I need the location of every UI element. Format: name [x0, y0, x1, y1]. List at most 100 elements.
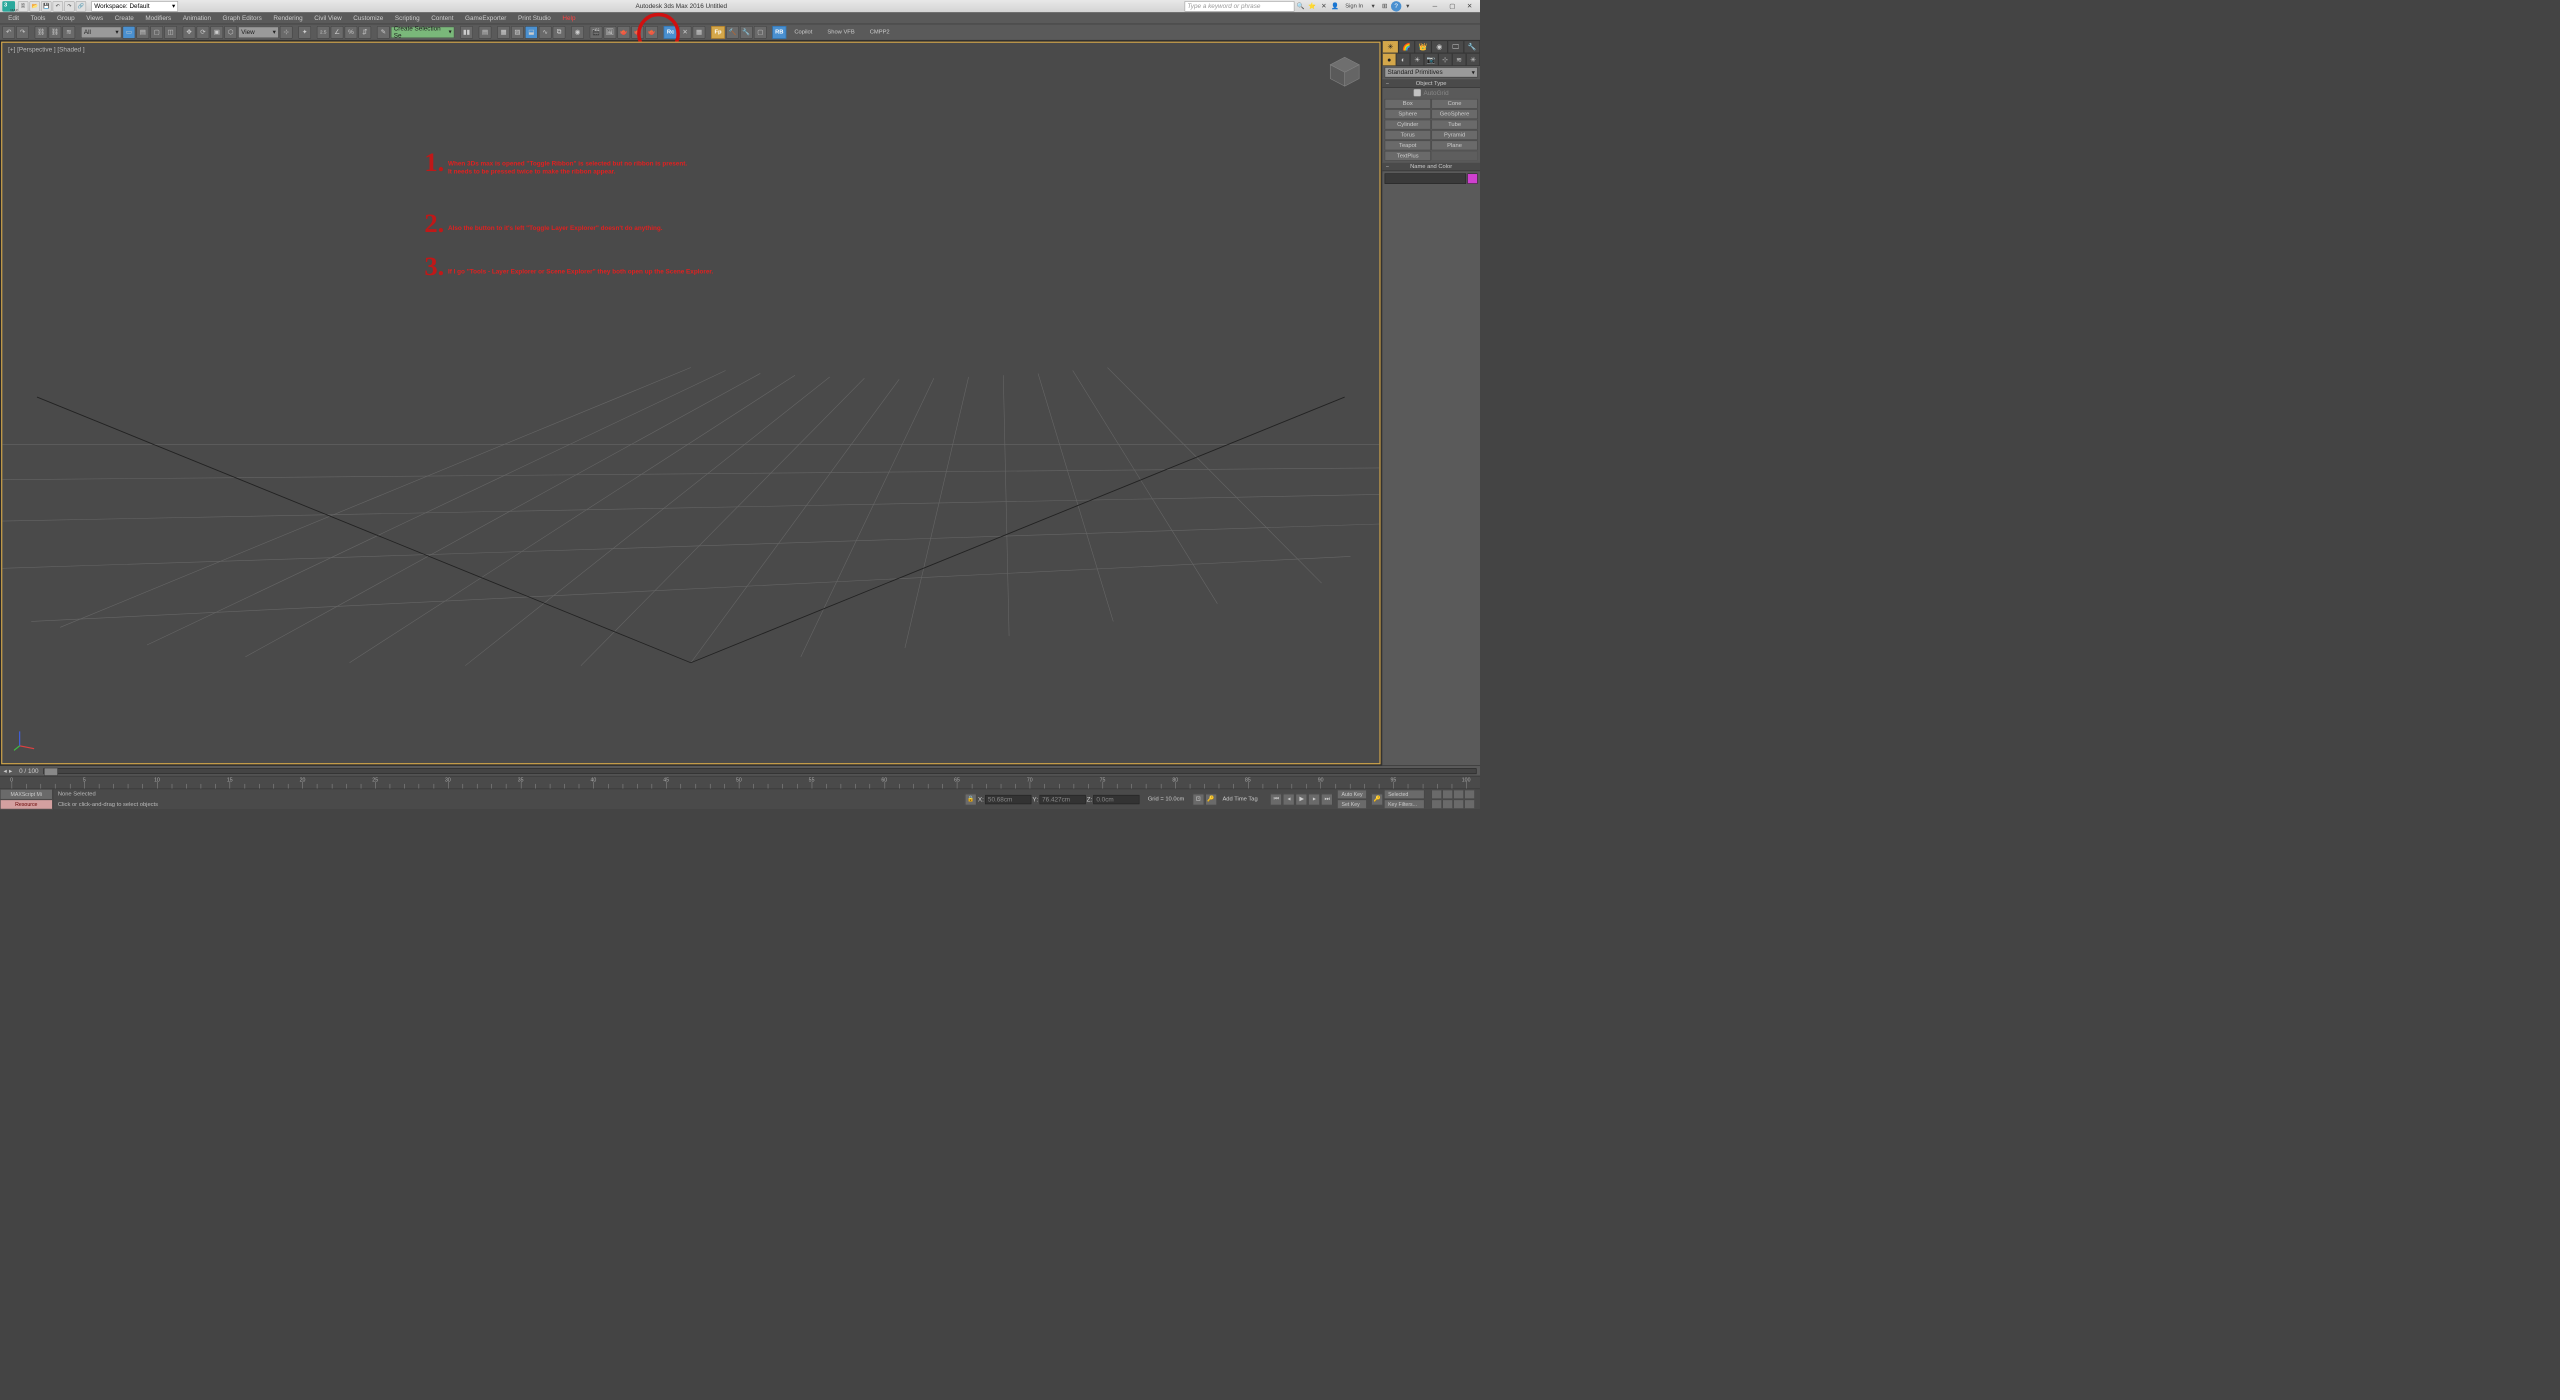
qat-link-icon[interactable]: 🔗: [76, 1, 86, 11]
select-object-button[interactable]: ▭: [123, 26, 136, 39]
zoom-button[interactable]: [1431, 790, 1441, 799]
zoom-all-button[interactable]: [1442, 790, 1452, 799]
rollout-name-color[interactable]: Name and Color: [1382, 162, 1480, 171]
obj-cone-button[interactable]: Cone: [1431, 99, 1477, 109]
qat-redo-icon[interactable]: ↷: [64, 1, 74, 11]
play-next-icon[interactable]: ▸: [9, 767, 12, 775]
sub-helpers[interactable]: ⊹: [1438, 53, 1452, 66]
menu-animation[interactable]: Animation: [177, 14, 217, 23]
rendered-frame-button[interactable]: 🖼: [604, 26, 617, 39]
toggle-ribbon-button[interactable]: ⬓: [525, 26, 538, 39]
next-frame-button[interactable]: ▸: [1309, 793, 1321, 805]
pivot-button[interactable]: ⊹: [280, 26, 293, 39]
z-coord[interactable]: 0.0cm: [1093, 795, 1139, 804]
menu-printstudio[interactable]: Print Studio: [512, 14, 556, 23]
viewport-label[interactable]: [+] [Perspective ] [Shaded ]: [8, 46, 85, 53]
spinner-snap-button[interactable]: ⇵: [358, 26, 371, 39]
obj-cylinder-button[interactable]: Cylinder: [1385, 120, 1431, 130]
manipulate-button[interactable]: ✦: [298, 26, 311, 39]
sub-systems[interactable]: ✳: [1466, 53, 1480, 66]
obj-plane-button[interactable]: Plane: [1431, 140, 1477, 150]
render-production-button[interactable]: 🫖: [617, 26, 630, 39]
orbit-button[interactable]: [1453, 800, 1463, 809]
toggle-scene-explorer-button[interactable]: ▦: [497, 26, 510, 39]
fp-button[interactable]: Fp: [711, 26, 725, 39]
menu-scripting[interactable]: Scripting: [389, 14, 425, 23]
name-input[interactable]: [1385, 173, 1467, 183]
tab-modify[interactable]: 🌈: [1399, 40, 1415, 53]
pan-button[interactable]: [1442, 800, 1452, 809]
play-prev-icon[interactable]: ◂: [3, 767, 6, 775]
goto-end-button[interactable]: ⏭: [1321, 793, 1333, 805]
snap-toggle-button[interactable]: 2.5: [317, 26, 330, 39]
menu-edit[interactable]: Edit: [2, 14, 25, 23]
rollout-object-type[interactable]: Object Type: [1382, 79, 1480, 88]
copilot-label[interactable]: Copilot: [787, 29, 819, 35]
tab-display[interactable]: 🖵: [1447, 40, 1463, 53]
setkey-button[interactable]: Set Key: [1337, 800, 1366, 809]
sub-cameras[interactable]: 📷: [1424, 53, 1438, 66]
category-combo[interactable]: Standard Primitives▾: [1385, 67, 1478, 77]
help-icon[interactable]: ?: [1391, 1, 1401, 11]
autokey-button[interactable]: Auto Key: [1337, 790, 1366, 799]
y-coord[interactable]: 76.427cm: [1039, 795, 1085, 804]
viewport-perspective[interactable]: [+] [Perspective ] [Shaded ] 1. When 3Ds…: [1, 42, 1380, 765]
qat-new-icon[interactable]: 🗎: [18, 1, 28, 11]
rc-button[interactable]: Rc: [664, 26, 678, 39]
maximize-button[interactable]: ▢: [1444, 1, 1460, 11]
edit-selection-button[interactable]: ✎: [377, 26, 390, 39]
toggle-layer-explorer-button[interactable]: ▨: [511, 26, 524, 39]
bind-button[interactable]: ≋: [62, 26, 75, 39]
menu-modifiers[interactable]: Modifiers: [140, 14, 177, 23]
tool-x2-button[interactable]: ▦: [693, 26, 706, 39]
obj-geosphere-button[interactable]: GeoSphere: [1431, 109, 1477, 119]
close-button[interactable]: ✕: [1462, 1, 1478, 11]
qat-open-icon[interactable]: 📂: [29, 1, 39, 11]
timeline-ruler[interactable]: 0510152025303540455055606570758085909510…: [0, 776, 1480, 789]
align-button[interactable]: ▤: [479, 26, 492, 39]
lock-selection-button[interactable]: 🔒: [965, 793, 977, 805]
goto-start-button[interactable]: ⏮: [1270, 793, 1282, 805]
menu-help[interactable]: Help: [557, 14, 582, 23]
tool-wrench-button[interactable]: 🔧: [740, 26, 753, 39]
qat-save-icon[interactable]: 💾: [41, 1, 51, 11]
menu-grapheditors[interactable]: Graph Editors: [217, 14, 268, 23]
subscription-icon[interactable]: ⭐: [1307, 1, 1317, 11]
menu-views[interactable]: Views: [80, 14, 108, 23]
tool-hammer-button[interactable]: 🔨: [726, 26, 739, 39]
viewcube-icon[interactable]: [1327, 54, 1362, 89]
prev-frame-button[interactable]: ◂: [1283, 793, 1295, 805]
time-slider[interactable]: [43, 768, 1476, 774]
select-place-button[interactable]: ⬡: [224, 26, 237, 39]
maxscript-listener-button[interactable]: MAXScript Mi: [0, 789, 53, 799]
link-button[interactable]: ⛓: [35, 26, 48, 39]
zoom-extents-all-button[interactable]: [1464, 790, 1474, 799]
sub-spacewarps[interactable]: ≋: [1452, 53, 1466, 66]
app-logo-icon[interactable]: MAX: [2, 1, 15, 11]
menu-rendering[interactable]: Rendering: [268, 14, 309, 23]
render-setup-button[interactable]: 🎬: [590, 26, 603, 39]
obj-textplus-button[interactable]: TextPlus: [1385, 151, 1431, 161]
menu-civilview[interactable]: Civil View: [308, 14, 347, 23]
render-activeshade-button[interactable]: 🫖: [645, 26, 658, 39]
resource-button[interactable]: Resource: [0, 799, 53, 809]
search-input[interactable]: Type a keyword or phrase: [1184, 1, 1294, 11]
unlink-button[interactable]: ⛓: [49, 26, 62, 39]
obj-tube-button[interactable]: Tube: [1431, 120, 1477, 130]
exchange-icon[interactable]: ✕: [1319, 1, 1329, 11]
showvfb-label[interactable]: Show VFB: [820, 29, 861, 35]
select-move-button[interactable]: ✥: [183, 26, 196, 39]
selection-lock-button[interactable]: 🔑: [1205, 793, 1217, 805]
material-editor-button[interactable]: ◉: [571, 26, 584, 39]
isolate-button[interactable]: ⊡: [1192, 793, 1204, 805]
tool-x1-button[interactable]: ✕: [679, 26, 692, 39]
select-name-button[interactable]: ▤: [136, 26, 149, 39]
menu-gameexporter[interactable]: GameExporter: [459, 14, 512, 23]
key-mode-button[interactable]: 🔑: [1371, 793, 1383, 805]
signin-icon[interactable]: 👤: [1330, 1, 1340, 11]
menu-tools[interactable]: Tools: [25, 14, 51, 23]
time-tag[interactable]: Add Time Tag: [1222, 796, 1257, 802]
dropdown-icon[interactable]: ▾: [1368, 1, 1378, 11]
select-rect-button[interactable]: ▢: [150, 26, 163, 39]
signin-label[interactable]: Sign In: [1345, 3, 1363, 9]
